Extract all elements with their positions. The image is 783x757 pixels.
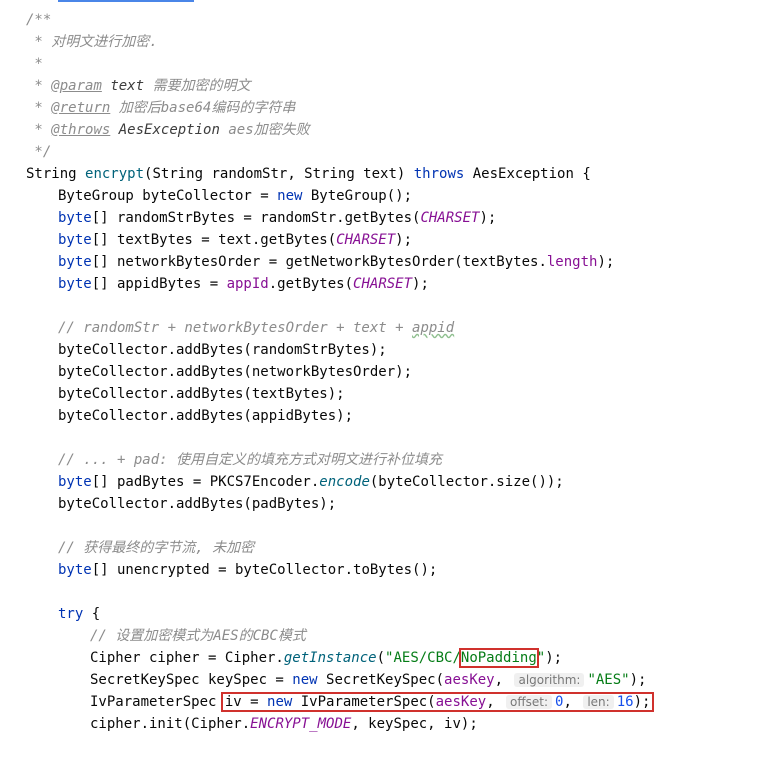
empty-line[interactable] [26,295,783,317]
doc-param-desc: 需要加密的明文 [152,78,251,94]
doc-return-desc: 加密后base64编码的字符串 [118,100,296,116]
try-line[interactable]: try { [26,603,783,625]
doc-description: * 对明文进行加密. [26,34,158,50]
code-comment[interactable]: // randomStr + networkBytesOrder + text … [26,317,783,339]
doc-throws-desc: aes加密失败 [228,122,310,138]
code-line[interactable]: byte[] randomStrBytes = randomStr.getByt… [26,207,783,229]
doc-star: * [26,122,52,138]
doc-throws-tag[interactable]: @throws [51,122,110,138]
code-line[interactable]: byteCollector.addBytes(networkBytesOrder… [26,361,783,383]
doc-param-tag[interactable]: @param [51,78,102,94]
throws-exception: AesException { [464,166,591,182]
return-type: String [26,166,86,182]
doc-star: * [26,78,52,94]
keyspec-line[interactable]: SecretKeySpec keySpec = new SecretKeySpe… [26,669,783,691]
doc-close: */ [26,144,52,160]
code-comment[interactable]: // 获得最终的字节流, 未加密 [26,537,783,559]
doc-throws: * @throws AesException aes加密失败 [26,119,783,141]
code-line[interactable]: byte[] unencrypted = byteCollector.toByt… [26,559,783,581]
doc-throws-name[interactable]: AesException [119,122,220,138]
method-signature[interactable]: String encrypt(String randomStr, String … [26,163,783,185]
code-line[interactable]: byte[] networkBytesOrder = getNetworkByt… [26,251,783,273]
method-name[interactable]: encrypt [85,166,144,182]
code-line[interactable]: byteCollector.addBytes(appidBytes); [26,405,783,427]
doc-return: * @return 加密后base64编码的字符串 [26,97,783,119]
editor-tab-indicator [58,0,194,2]
code-line[interactable]: byte[] padBytes = PKCS7Encoder.encode(by… [26,471,783,493]
code-line[interactable]: byteCollector.addBytes(randomStrBytes); [26,339,783,361]
doc-param: * @param text 需要加密的明文 [26,75,783,97]
code-line[interactable]: byte[] textBytes = text.getBytes(CHARSET… [26,229,783,251]
nopadding-annotation-box [458,648,539,668]
cipher-init-line[interactable]: cipher.init(Cipher.ENCRYPT_MODE, keySpec… [26,713,783,735]
throws-keyword: throws [413,166,465,182]
param-hint-algorithm: algorithm: [514,673,585,687]
code-line[interactable]: byteCollector.addBytes(padBytes); [26,493,783,515]
cipher-line[interactable]: Cipher cipher = Cipher.getInstance("AES/… [26,647,783,669]
doc-return-tag[interactable]: @return [51,100,110,116]
iv-annotation-box [220,692,655,712]
code-comment[interactable]: // ... + pad: 使用自定义的填充方式对明文进行补位填充 [26,449,783,471]
code-comment[interactable]: // 设置加密模式为AES的CBC模式 [26,625,783,647]
empty-line[interactable] [26,427,783,449]
empty-line[interactable] [26,515,783,537]
code-line[interactable]: byteCollector.addBytes(textBytes); [26,383,783,405]
method-params: (String randomStr, String text) [144,166,414,182]
doc-blank: * [26,56,43,72]
doc-star: * [26,100,52,116]
empty-line[interactable] [26,581,783,603]
doc-param-name: text [110,78,145,94]
code-editor[interactable]: /** * 对明文进行加密. * * @param text 需要加密的明文 *… [26,9,783,735]
doc-open: /** [26,12,52,28]
code-line[interactable]: ByteGroup byteCollector = new ByteGroup(… [26,185,783,207]
code-line[interactable]: byte[] appidBytes = appId.getBytes(CHARS… [26,273,783,295]
